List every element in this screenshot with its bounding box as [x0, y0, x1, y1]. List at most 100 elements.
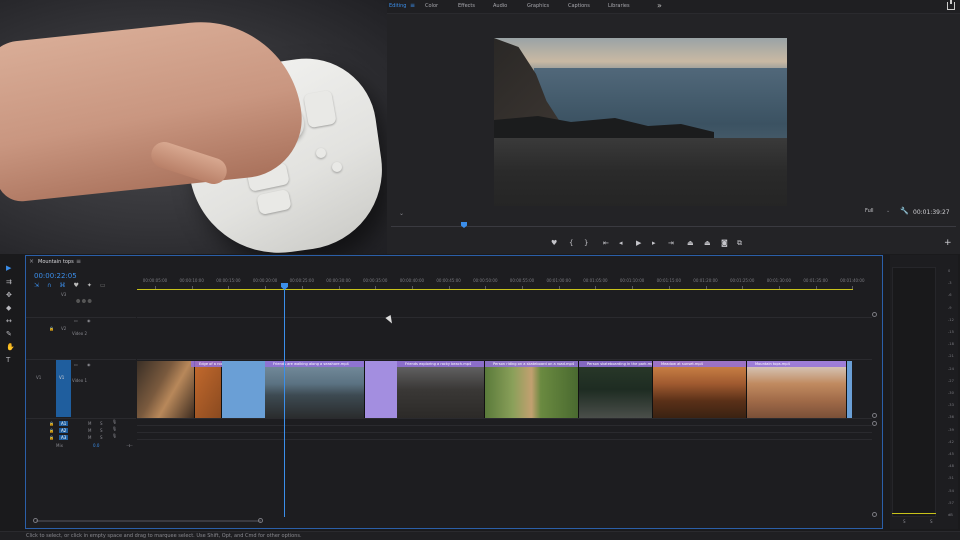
solo-button[interactable]: S — [100, 421, 103, 426]
comparison-view-icon[interactable]: ⧉ — [737, 239, 742, 248]
track-label-a1[interactable]: A1 — [59, 421, 69, 426]
pen-tool-icon[interactable]: ✎ — [6, 330, 12, 338]
program-scrub-bar[interactable] — [391, 226, 956, 227]
scroll-right-handle[interactable] — [258, 518, 263, 523]
track-select-tool-icon[interactable]: ⇉ — [6, 278, 12, 286]
toggle-sync-icon[interactable]: ▭ — [74, 362, 78, 367]
clip-thumbnail[interactable] — [137, 361, 195, 418]
lock-icon[interactable]: 🔒 — [49, 428, 54, 433]
toggle-sync-icon[interactable]: ▭ — [74, 318, 78, 323]
track-v3[interactable] — [137, 290, 872, 318]
sequence-tab[interactable]: Mountain tops — [38, 259, 74, 265]
timeline-playhead[interactable] — [284, 285, 285, 517]
transition-clip[interactable] — [365, 361, 397, 418]
workspace-tab-effects[interactable]: Effects — [458, 3, 475, 9]
selection-tool-icon[interactable]: ▶ — [6, 264, 11, 272]
clip[interactable]: Friends exploring a rocky beach.mp4 — [397, 361, 485, 418]
video-scroll-top-handle[interactable] — [872, 312, 877, 317]
clip[interactable]: Person skateboarding in the park.mp4 — [579, 361, 653, 418]
clip-end[interactable] — [847, 361, 852, 418]
solo-button[interactable]: S — [100, 435, 103, 440]
add-marker-icon[interactable]: ♥ — [73, 282, 78, 289]
step-back-icon[interactable]: ◂ — [619, 239, 623, 247]
mute-button[interactable]: M — [88, 435, 91, 440]
eye-icon[interactable]: ◉ — [87, 318, 91, 323]
track-a2[interactable] — [137, 426, 872, 433]
mix-value[interactable]: 0.0 — [93, 443, 99, 448]
voice-over-mic-icon[interactable]: 🎙 — [112, 433, 117, 438]
lock-icon[interactable]: 🔒 — [49, 326, 54, 331]
track-label[interactable]: V2 — [61, 326, 66, 331]
export-frame-icon[interactable]: ◙ — [721, 239, 728, 247]
chevron-down-icon[interactable]: ⌄ — [886, 208, 890, 214]
lock-icon[interactable]: 🔒 — [49, 435, 54, 440]
clip[interactable]: Mountain tops.mp4 — [747, 361, 847, 418]
program-playhead[interactable] — [461, 222, 467, 228]
go-to-out-icon[interactable]: ⇥ — [668, 239, 674, 247]
workspace-menu-icon[interactable]: ≡ — [410, 2, 415, 9]
workspace-tab-audio[interactable]: Audio — [493, 3, 507, 9]
audio-scroll-top-handle[interactable] — [872, 421, 877, 426]
go-to-in-icon[interactable]: ⇤ — [603, 239, 609, 247]
workspace-tab-libraries[interactable]: Libraries — [608, 3, 630, 9]
ripple-edit-tool-icon[interactable]: ✥ — [6, 291, 12, 299]
workspace-tab-color[interactable]: Color — [425, 3, 438, 9]
track-label[interactable]: V3 — [61, 292, 66, 297]
monitor-settings-chevron-icon[interactable]: ⌄ — [399, 210, 404, 217]
solo-right-button[interactable]: S — [930, 519, 933, 524]
solo-left-button[interactable]: S — [903, 519, 906, 524]
mark-out-icon[interactable]: } — [584, 239, 588, 247]
track-label-a2[interactable]: A2 — [59, 428, 69, 433]
track-target-v1[interactable] — [56, 360, 71, 417]
close-icon[interactable]: × — [29, 258, 34, 265]
track-a1[interactable] — [137, 419, 872, 426]
lift-icon[interactable]: ⏏ — [687, 239, 694, 247]
clip[interactable]: Meadow at sunset.mp4 — [653, 361, 747, 418]
nest-icon[interactable]: ⇲ — [34, 282, 39, 289]
track-label-a3[interactable]: A3 — [59, 435, 69, 440]
extract-icon[interactable]: ⏏ — [704, 239, 711, 247]
workspace-tab-editing[interactable]: Editing — [389, 3, 406, 9]
panel-menu-icon[interactable]: ≡ — [76, 258, 81, 265]
mix-end-icon[interactable]: ⊣⊢ — [126, 443, 133, 448]
mute-button[interactable]: M — [88, 428, 91, 433]
track-v2[interactable] — [137, 318, 872, 360]
timeline-settings-wrench-icon[interactable]: ✦ — [87, 282, 92, 289]
linked-selection-icon[interactable]: ⌘ — [59, 282, 65, 289]
captions-icon[interactable]: ▭ — [100, 282, 106, 289]
clip[interactable]: Friends are walking along a seashore.mp4 — [265, 361, 365, 418]
clip[interactable]: Person riding on a skateboard on a road.… — [485, 361, 579, 418]
play-icon[interactable]: ▶ — [636, 239, 641, 247]
source-patch-label[interactable]: V1 — [36, 375, 41, 380]
workspace-tab-captions[interactable]: Captions — [568, 3, 590, 9]
step-forward-icon[interactable]: ▸ — [652, 239, 656, 247]
hand-tool-icon[interactable]: ✋ — [6, 343, 15, 351]
eye-icon[interactable]: ◉ — [87, 362, 91, 367]
share-icon[interactable] — [947, 0, 955, 10]
more-workspaces-icon[interactable]: » — [657, 1, 662, 10]
video-scroll-bottom-handle[interactable] — [872, 413, 877, 418]
solo-button[interactable]: S — [100, 428, 103, 433]
track-label[interactable]: V1 — [59, 375, 64, 380]
mute-button[interactable]: M — [88, 421, 91, 426]
time-ruler[interactable]: 00:00:05:00 00:00:10:00 00:00:15:00 00:00:2… — [137, 276, 872, 289]
track-a3[interactable] — [137, 433, 872, 440]
scroll-left-handle[interactable] — [33, 518, 38, 523]
audio-scroll-bottom-handle[interactable] — [872, 512, 877, 517]
voice-over-mic-icon[interactable]: 🎙 — [112, 426, 117, 431]
slip-tool-icon[interactable]: ↔ — [6, 317, 12, 325]
timeline-timecode[interactable]: 00:00:22:05 — [34, 272, 77, 280]
button-editor-plus-icon[interactable]: + — [944, 238, 952, 248]
snap-icon[interactable]: ∩ — [47, 282, 51, 289]
add-marker-icon[interactable]: ♥ — [551, 239, 557, 247]
razor-tool-icon[interactable]: ◆ — [6, 304, 11, 312]
lock-icon[interactable]: 🔒 — [49, 421, 54, 426]
workspace-tab-graphics[interactable]: Graphics — [527, 3, 549, 9]
type-tool-icon[interactable]: T — [6, 356, 10, 364]
transition-clip[interactable] — [222, 361, 265, 418]
timeline-horizontal-scrollbar[interactable] — [36, 520, 261, 522]
zoom-select[interactable]: Full — [865, 208, 874, 214]
mark-in-icon[interactable]: { — [569, 239, 573, 247]
wrench-icon[interactable]: 🔧 — [900, 207, 909, 215]
voice-over-mic-icon[interactable]: 🎙 — [112, 419, 117, 424]
